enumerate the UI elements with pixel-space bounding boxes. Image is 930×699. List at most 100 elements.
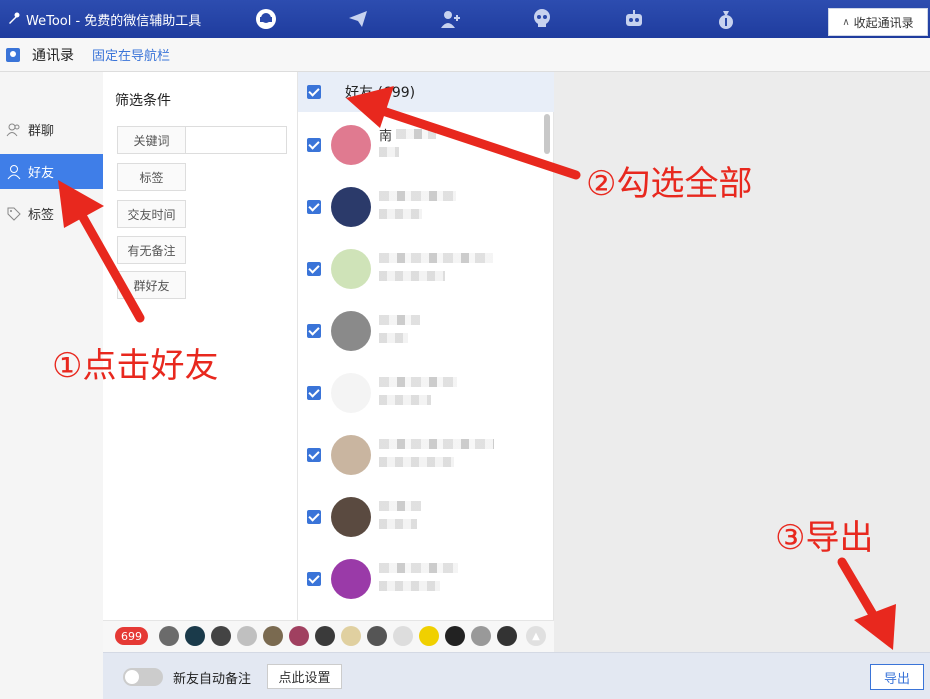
annotation-step1: ①点击好友 [52,346,219,386]
blurred-name [379,253,493,263]
filter-date-button[interactable]: 交友时间 [117,200,186,228]
selected-avatar [185,626,205,646]
auto-note-toggle[interactable] [123,668,163,686]
blurred-name [379,439,494,449]
row-checkbox[interactable] [307,262,321,276]
selected-avatar [315,626,335,646]
filter-keyword-button[interactable]: 关键词 [117,126,186,154]
row-checkbox[interactable] [307,572,321,586]
selected-avatar [445,626,465,646]
selected-avatar [471,626,491,646]
settings-button[interactable]: 点此设置 [267,664,342,689]
row-checkbox[interactable] [307,324,321,338]
nav-headset[interactable] [220,0,312,38]
sidebar-item-friends[interactable]: 好友 [0,154,103,189]
avatar [331,187,371,227]
sidebar-item-label: 标签 [28,208,55,223]
collapse-contacts-button[interactable]: ∧ 收起通讯录 [828,8,928,36]
sidebar-item-label: 好友 [28,166,55,181]
contacts-header: 通讯录 固定在导航栏 [0,38,930,72]
row-checkbox[interactable] [307,448,321,462]
filter-title: 筛选条件 [115,93,171,109]
blurred-name [396,129,436,139]
blurred-name [379,377,457,387]
nav-money-bag[interactable] [680,0,772,38]
selected-avatar [263,626,283,646]
group-icon [6,123,20,136]
blurred-remark [379,457,454,467]
collapse-label: 收起通讯录 [853,15,914,30]
list-item[interactable] [298,486,543,548]
list-item[interactable] [298,176,543,238]
row-checkbox[interactable] [307,138,321,152]
selected-avatar [497,626,517,646]
export-button[interactable]: 导出 [870,664,924,690]
blurred-remark [379,581,440,591]
chevron-up-icon: ∧ [842,16,850,28]
contacts-book-icon [6,47,20,62]
selected-avatar [393,626,413,646]
blurred-remark [379,395,431,405]
blurred-remark [379,271,445,281]
list-item[interactable] [298,238,543,300]
selected-avatar-strip: 699 ▲ [103,620,554,652]
avatar [331,373,371,413]
filter-remark-button[interactable]: 有无备注 [117,236,186,264]
row-checkbox[interactable] [307,386,321,400]
page-title: 通讯录 [32,47,74,64]
annotation-step2: ②勾选全部 [586,164,753,204]
selected-avatar [341,626,361,646]
tag-icon [7,207,21,221]
person-icon [7,164,21,179]
money-bag-icon [719,11,733,29]
nav-add-person[interactable] [404,0,496,38]
row-checkbox[interactable] [307,200,321,214]
wrench-icon [9,12,20,24]
blurred-name [379,315,420,325]
keyword-input[interactable] [186,126,287,154]
friend-list: 好友 (699) 南 [298,72,554,652]
list-header: 好友 (699) [298,72,554,112]
list-item[interactable] [298,548,543,610]
avatar [331,311,371,351]
title-bar: WeTool - 免费的微信辅助工具 ∧ 收起通讯录 [0,0,930,38]
list-item[interactable] [298,362,543,424]
list-item[interactable]: 南 [298,114,543,176]
more-avatars-button[interactable]: ▲ [526,626,546,646]
filter-tag-button[interactable]: 标签 [117,163,186,191]
app-title: WeTool - 免费的微信辅助工具 [0,10,210,29]
annotation-step3: ③导出 [775,518,874,558]
sidebar-item-tags[interactable]: 标签 [0,196,103,231]
select-all-checkbox[interactable] [307,85,321,99]
bottom-bar: 新友自动备注 点此设置 导出 [103,652,930,699]
arrow-step3 [837,557,880,623]
arrowhead-step3 [854,604,896,650]
pin-to-nav-link[interactable]: 固定在导航栏 [92,45,170,64]
nav-paper-plane[interactable] [312,0,404,38]
list-item[interactable] [298,424,543,486]
filter-group-friend-button[interactable]: 群好友 [117,271,186,299]
paper-plane-icon [349,11,367,27]
avatar [331,497,371,537]
app-title-text: WeTool - 免费的微信辅助工具 [26,13,202,29]
add-person-icon [441,11,460,28]
blurred-remark [379,519,417,529]
selected-avatar [237,626,257,646]
auto-note-label: 新友自动备注 [173,672,252,687]
headset-icon [256,9,276,29]
robot-icon [626,10,642,26]
selected-avatar [419,626,439,646]
avatar [331,435,371,475]
top-nav [220,0,772,38]
sidebar-item-groups[interactable]: 群聊 [0,112,103,147]
list-scrollbar[interactable] [544,114,550,154]
avatar [331,249,371,289]
row-checkbox[interactable] [307,510,321,524]
nav-skull[interactable] [496,0,588,38]
friend-count-label: 好友 (699) [345,85,416,101]
list-item[interactable] [298,300,543,362]
avatar [331,125,371,165]
nav-robot[interactable] [588,0,680,38]
contact-name: 南 [379,129,393,144]
skull-icon [534,9,550,27]
